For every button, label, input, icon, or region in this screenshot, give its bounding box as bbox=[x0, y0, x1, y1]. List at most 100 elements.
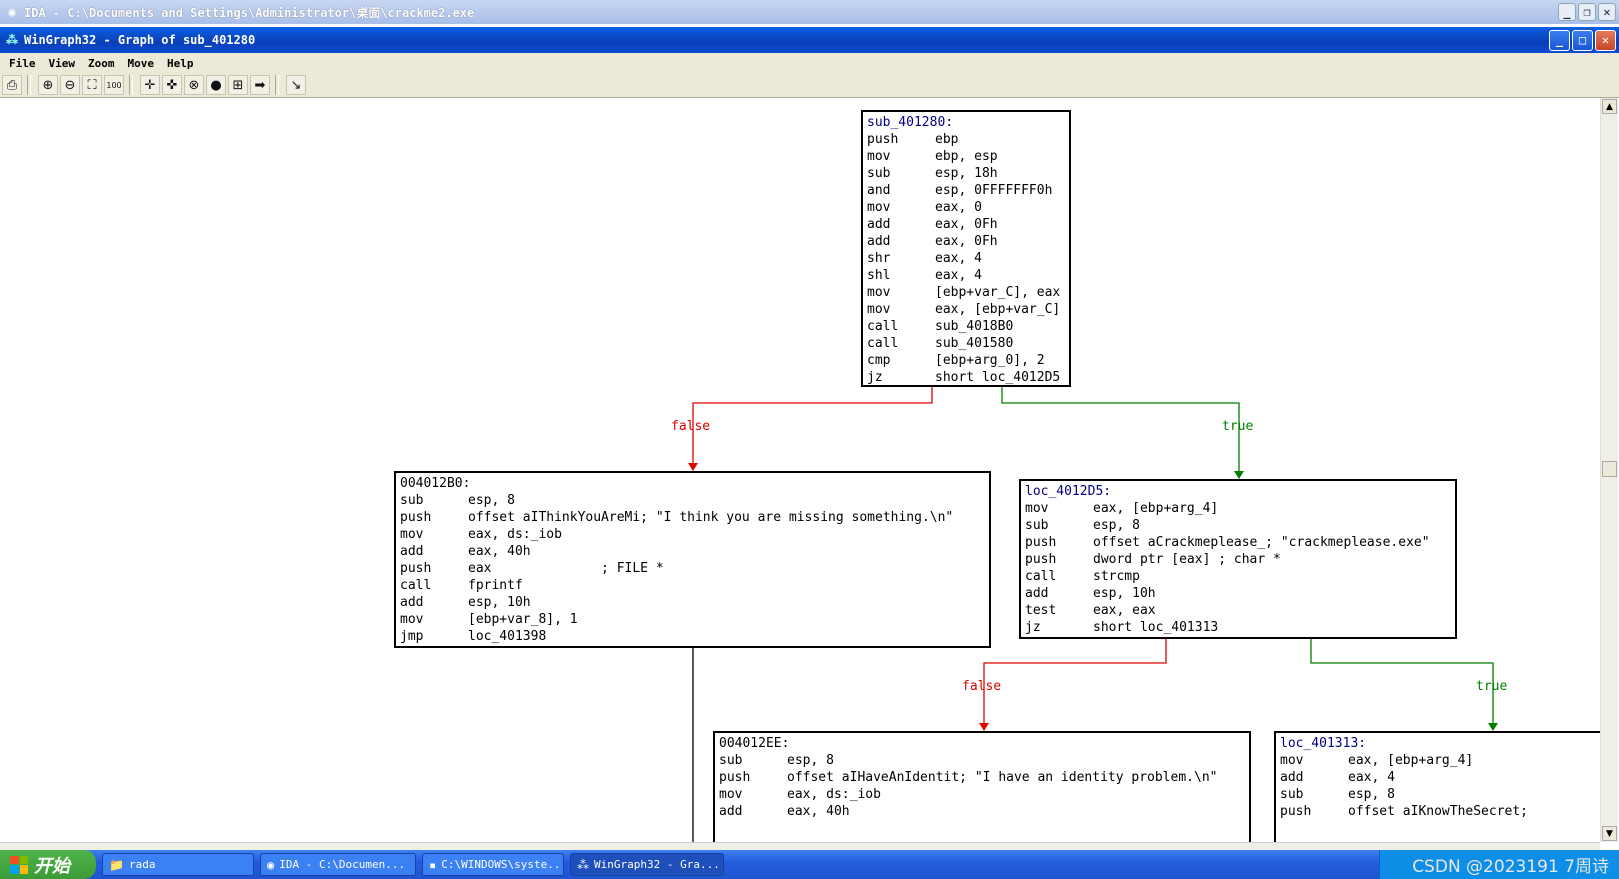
operands: eax, 4 bbox=[935, 251, 982, 266]
taskbar-button-folder[interactable]: 📁 rada bbox=[102, 853, 254, 876]
zoom-100-icon[interactable]: 100 bbox=[104, 75, 124, 95]
operands: offset aIHaveAnIdentit; "I have an ident… bbox=[787, 770, 1218, 785]
instruction-line: cmp [ebp+arg_0], 2 bbox=[867, 352, 1065, 369]
operands: eax, 0Fh bbox=[935, 217, 998, 232]
operands: eax, [ebp+arg_4] bbox=[1093, 501, 1219, 516]
operands: [ebp+var_8], 1 bbox=[468, 612, 578, 627]
scroll-down-arrow-icon[interactable]: ▼ bbox=[1602, 826, 1617, 841]
instruction-line: mov eax, [ebp+arg_4] bbox=[1280, 752, 1600, 769]
operands: eax, 4 bbox=[935, 268, 982, 283]
scroll-thumb[interactable] bbox=[1602, 461, 1617, 477]
wingraph-icon: ⁂ bbox=[577, 857, 589, 872]
mnemonic: mov bbox=[719, 787, 743, 802]
graph-canvas[interactable]: sub_401280: push ebp mov ebp, esp sub esp, 18h… bbox=[4, 98, 1600, 842]
toolbar-separator bbox=[129, 75, 133, 95]
windows-flag-icon bbox=[10, 855, 28, 874]
operands: esp, 8 bbox=[468, 493, 515, 508]
toolbar-separator bbox=[275, 75, 279, 95]
operands: eax, ds:_iob bbox=[787, 787, 881, 802]
operands: eax, ds:_iob bbox=[468, 527, 562, 542]
box-icon[interactable]: ⊞ bbox=[228, 75, 248, 95]
menu-file[interactable]: File bbox=[9, 57, 36, 70]
instruction-line: mov eax, ds:_iob bbox=[400, 526, 985, 543]
graph-node-loc_4012d5[interactable]: loc_4012D5: mov eax, [ebp+arg_4] sub esp, 8p… bbox=[1019, 479, 1457, 639]
ida-minimize-button[interactable]: _ bbox=[1558, 3, 1576, 21]
graph-node-004012ee[interactable]: 004012EE: sub esp, 8 push offset aIHaveAnIde… bbox=[713, 731, 1251, 842]
operands: esp, 8 bbox=[1093, 518, 1140, 533]
menu-view[interactable]: View bbox=[49, 57, 76, 70]
mnemonic: jmp bbox=[400, 629, 424, 644]
edge-label-false-2: false bbox=[962, 679, 1002, 694]
select-icon[interactable]: ↘ bbox=[286, 75, 306, 95]
mnemonic: add bbox=[867, 217, 891, 232]
tray-text: CSDN @2023191 7周诗 bbox=[1412, 857, 1609, 877]
scroll-up-arrow-icon[interactable]: ▲ bbox=[1602, 99, 1617, 114]
operands: eax, [ebp+var_C] bbox=[935, 302, 1061, 317]
operands: esp, 10h bbox=[468, 595, 531, 610]
print-icon[interactable]: ⎙ bbox=[2, 75, 22, 95]
node-label: sub_401280: bbox=[867, 115, 954, 130]
instruction-line: shr eax, 4 bbox=[867, 250, 1065, 267]
ida-close-button[interactable]: ✕ bbox=[1598, 3, 1616, 21]
mnemonic: sub bbox=[867, 166, 891, 181]
start-button[interactable]: 开始 bbox=[0, 850, 96, 879]
instruction-line: sub esp, 8 bbox=[1280, 786, 1600, 803]
mnemonic: mov bbox=[867, 200, 891, 215]
instruction-line: push offset aCrackmeplease_; "crackmeplea… bbox=[1025, 534, 1451, 551]
operands: eax ; FILE * bbox=[468, 561, 664, 576]
mnemonic: add bbox=[867, 234, 891, 249]
graph-node-004012b0[interactable]: 004012B0: sub esp, 8 push offset aIThinkYouA… bbox=[394, 471, 991, 648]
maximize-button[interactable]: □ bbox=[1572, 29, 1593, 51]
instruction-line: push offset aIThinkYouAreMi; "I think you… bbox=[400, 509, 985, 526]
menu-move[interactable]: Move bbox=[128, 57, 155, 70]
edge-arrow-true-1 bbox=[1234, 471, 1244, 479]
edge-label-true-1: true bbox=[1222, 419, 1254, 434]
operands: eax, 0 bbox=[935, 200, 982, 215]
close-button[interactable]: ✕ bbox=[1595, 29, 1616, 51]
operands: esp, 8 bbox=[1348, 787, 1395, 802]
operands: sub_4018B0 bbox=[935, 319, 1014, 334]
graph-node-loc_401313[interactable]: loc_401313: mov eax, [ebp+arg_4] add eax, 4s… bbox=[1274, 731, 1600, 842]
taskbar-button-label: IDA - C:\Documen... bbox=[279, 858, 406, 871]
mnemonic: push bbox=[1280, 804, 1312, 819]
mnemonic: shr bbox=[867, 251, 891, 266]
zoom-in-icon[interactable]: ⊕ bbox=[38, 75, 58, 95]
operands: strcmp bbox=[1093, 569, 1140, 584]
arrow-right-icon[interactable]: ➡ bbox=[250, 75, 270, 95]
instruction-line: mov eax, [ebp+arg_4] bbox=[1025, 500, 1451, 517]
arrows-icon[interactable]: ⊗ bbox=[184, 75, 204, 95]
graph-node-sub_401280[interactable]: sub_401280: push ebp mov ebp, esp sub esp, 18h… bbox=[861, 110, 1071, 387]
ida-title-bar: ◉ IDA - C:\Documents and Settings\Admini… bbox=[0, 0, 1619, 24]
taskbar-tasks: 📁 rada ◉ IDA - C:\Documen... ▪ C:\WINDOWS\sys… bbox=[96, 853, 724, 876]
menu-help[interactable]: Help bbox=[167, 57, 194, 70]
instruction-line: add eax, 0Fh bbox=[867, 216, 1065, 233]
green-circle-icon[interactable]: ● bbox=[206, 75, 226, 95]
move-icon[interactable]: ✜ bbox=[162, 75, 182, 95]
operands: offset aIThinkYouAreMi; "I think you are… bbox=[468, 510, 954, 525]
instruction-line: add eax, 0Fh bbox=[867, 233, 1065, 250]
operands: sub_401580 bbox=[935, 336, 1014, 351]
fit-icon[interactable]: ⛶ bbox=[82, 75, 102, 95]
ida-icon: ◉ bbox=[267, 857, 275, 872]
instruction-line: push eax ; FILE * bbox=[400, 560, 985, 577]
ida-restore-button[interactable]: ❐ bbox=[1578, 3, 1596, 21]
edge-true-1 bbox=[1001, 387, 1240, 478]
menu-zoom[interactable]: Zoom bbox=[88, 57, 115, 70]
taskbar-button-cmd[interactable]: ▪ C:\WINDOWS\syste... bbox=[422, 853, 564, 876]
minimize-button[interactable]: _ bbox=[1549, 29, 1570, 51]
taskbar-button-ida[interactable]: ◉ IDA - C:\Documen... bbox=[260, 853, 416, 876]
instruction-line: mov ebp, esp bbox=[867, 148, 1065, 165]
taskbar-button-wingraph[interactable]: ⁂ WinGraph32 - Gra... bbox=[570, 853, 724, 876]
operands: [ebp+var_C], eax bbox=[935, 285, 1061, 300]
vertical-scrollbar[interactable]: ▲ ▼ bbox=[1600, 98, 1618, 842]
instruction-line: mov eax, [ebp+var_C] bbox=[867, 301, 1065, 318]
instruction-line: and esp, 0FFFFFFF0h bbox=[867, 182, 1065, 199]
mnemonic: cmp bbox=[867, 353, 891, 368]
wingraph-app-icon: ⁂ bbox=[6, 33, 18, 47]
operands: short loc_4012D5 bbox=[935, 370, 1061, 385]
zoom-out-icon[interactable]: ⊖ bbox=[60, 75, 80, 95]
instruction-line: call sub_401580 bbox=[867, 335, 1065, 352]
operands: dword ptr [eax] ; char * bbox=[1093, 552, 1281, 567]
center-icon[interactable]: ✛ bbox=[140, 75, 160, 95]
menu-bar: File View Zoom Move Help bbox=[0, 53, 1619, 73]
